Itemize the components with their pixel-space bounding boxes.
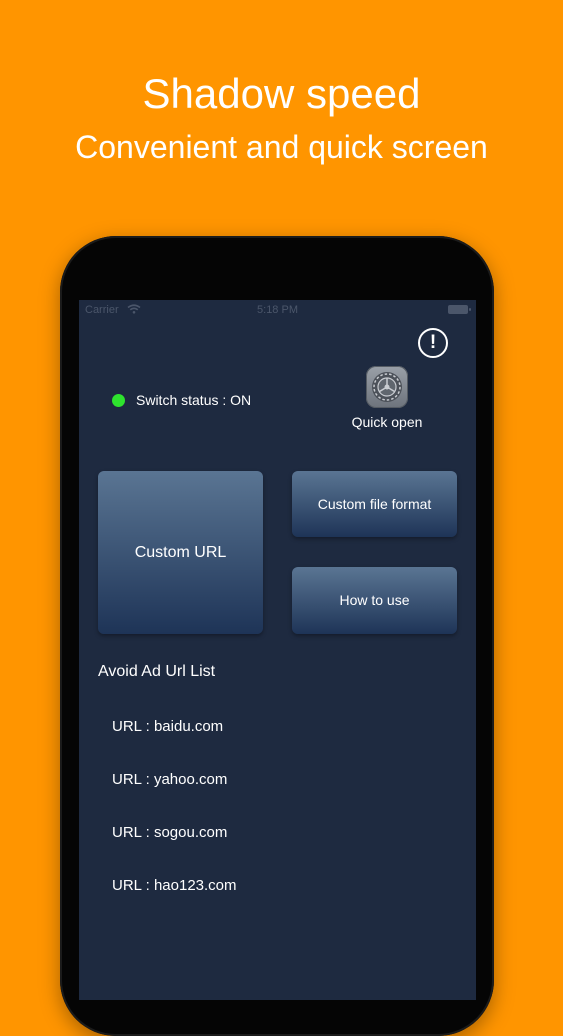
promo-header: Shadow speed Convenient and quick screen [0, 0, 563, 230]
info-icon[interactable]: ! [418, 328, 448, 358]
app-screen: Carrier 5:18 PM ! Switch status : ON Qui… [79, 300, 476, 1000]
gear-icon [372, 372, 402, 402]
switch-status-label: Switch status : ON [136, 392, 252, 408]
status-bar: Carrier 5:18 PM [79, 300, 476, 320]
settings-gear-icon[interactable] [366, 366, 408, 408]
status-time: 5:18 PM [257, 304, 298, 316]
quick-open-label[interactable]: Quick open [337, 414, 437, 430]
list-item[interactable]: URL : hao123.com [112, 877, 237, 894]
list-item[interactable]: URL : yahoo.com [112, 771, 227, 788]
ad-url-list-heading: Avoid Ad Url List [98, 663, 216, 680]
how-to-use-button[interactable]: How to use [292, 567, 457, 634]
list-item[interactable]: URL : sogou.com [112, 824, 227, 841]
custom-file-format-button[interactable]: Custom file format [292, 471, 457, 537]
promo-subtitle: Convenient and quick screen [75, 129, 488, 165]
custom-url-button[interactable]: Custom URL [98, 471, 263, 634]
switch-status-indicator [112, 394, 125, 407]
list-item[interactable]: URL : baidu.com [112, 718, 223, 735]
info-glyph: ! [429, 332, 437, 353]
promo-title: Shadow speed [142, 70, 421, 117]
battery-icon [448, 305, 471, 314]
